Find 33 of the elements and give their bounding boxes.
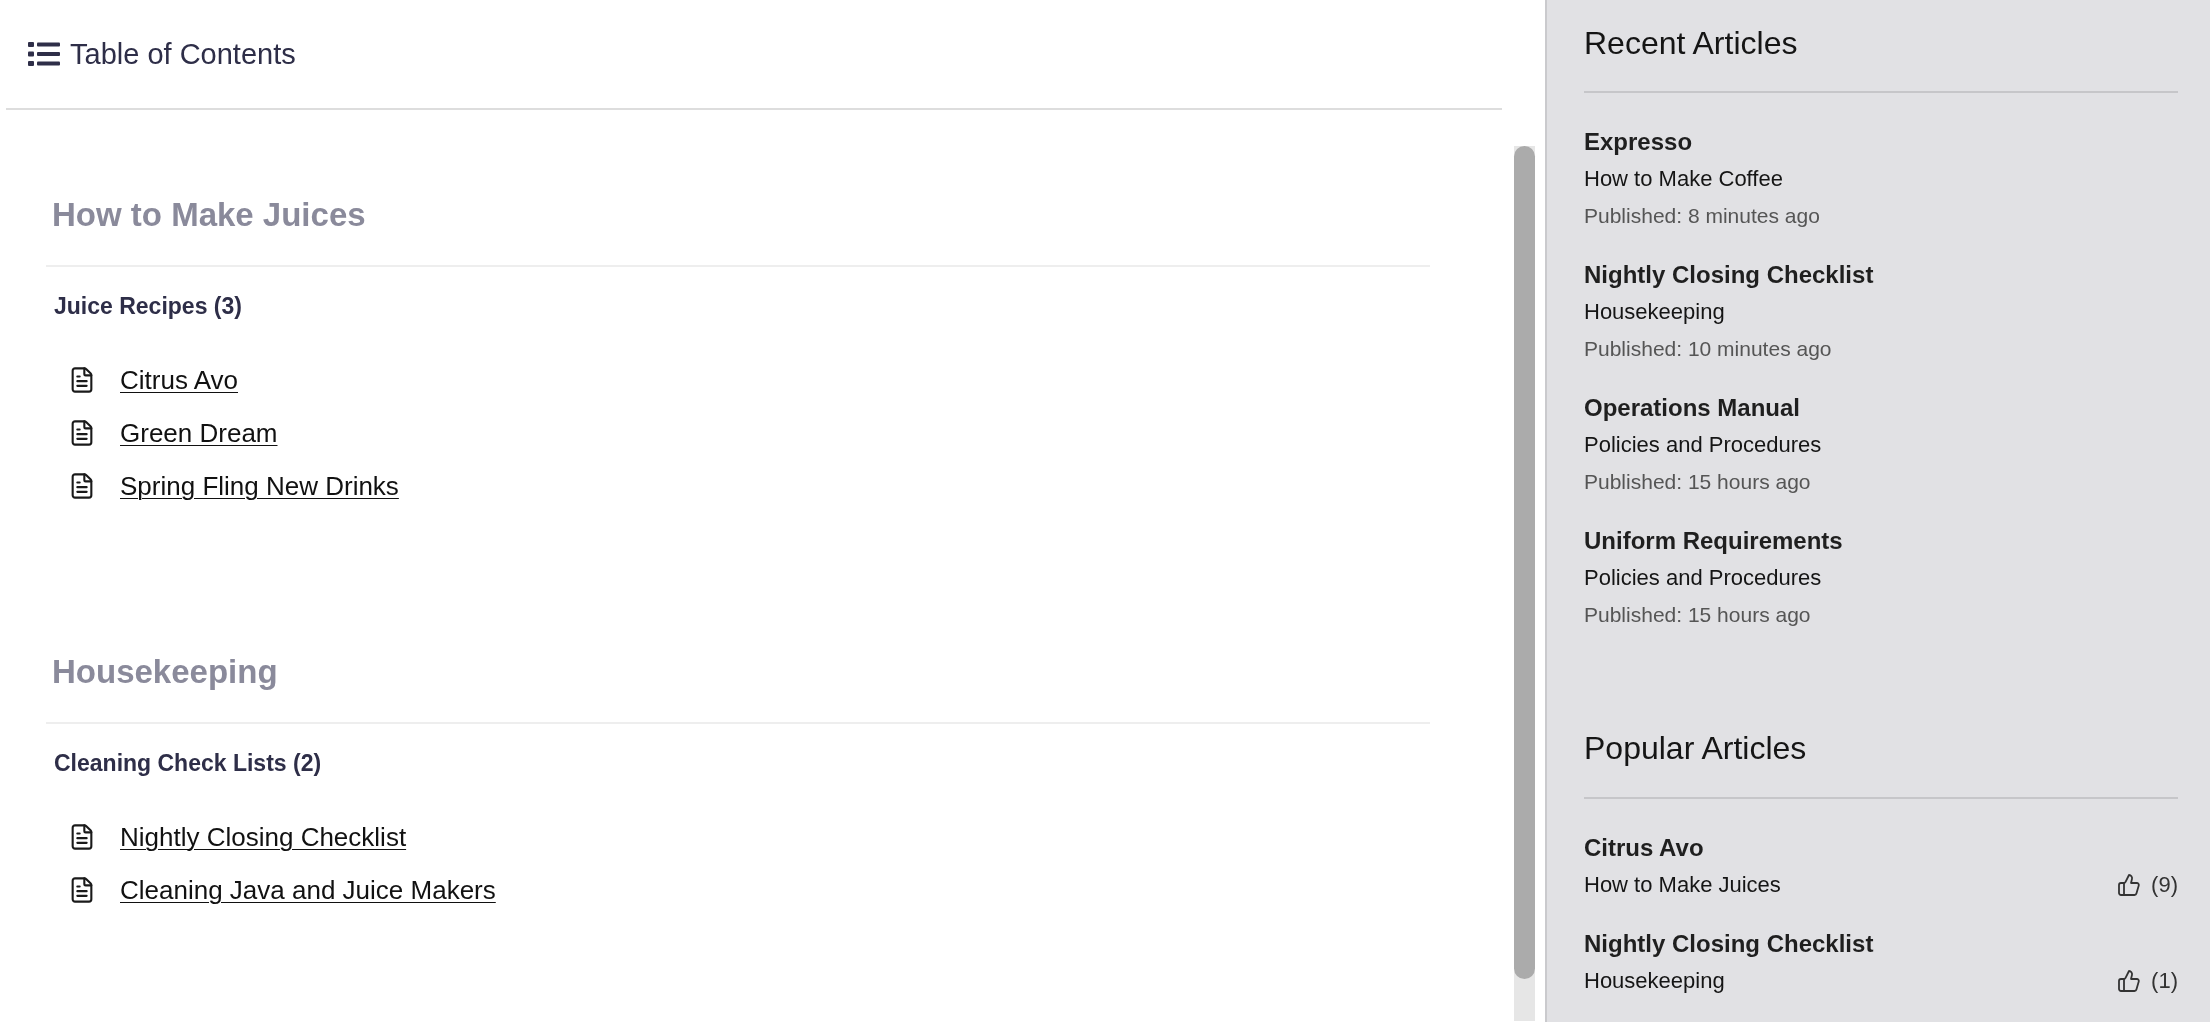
published-time: Published: 10 minutes ago [1584,336,1832,362]
published-time: Published: 15 hours ago [1584,469,1811,495]
published-time: Published: 8 minutes ago [1584,203,1820,229]
article-link[interactable]: Green Dream [120,416,278,449]
group-heading: Juice Recipes (3) [54,292,242,321]
section-heading: Popular Articles [1584,729,1807,768]
article-title[interactable]: Citrus Avo [1584,829,1704,866]
article-title[interactable]: Nightly Closing Checklist [1584,925,1874,962]
article-category: Housekeeping [1584,298,1725,326]
group-heading: Cleaning Check Lists (2) [54,749,322,778]
article-title[interactable]: Operations Manual [1584,389,1801,426]
article-link[interactable]: Spring Fling New Drinks [120,469,399,502]
article-title[interactable]: Nightly Closing Checklist [1584,256,1874,293]
toc-title: Table of Contents [70,37,296,72]
like-count: (1) [2151,966,2178,995]
category-heading: Housekeeping [51,652,278,692]
article-category: How to Make Juices [1584,871,1781,899]
like-count: (9) [2151,870,2178,899]
category-heading: How to Make Juices [51,195,366,235]
article-link[interactable]: Nightly Closing Checklist [120,820,407,853]
article-category: Housekeeping [1584,967,1725,995]
article-link[interactable]: Cleaning Java and Juice Makers [120,873,496,906]
article-title[interactable]: Expresso [1584,123,1693,160]
thumbs-up-icon[interactable] [2117,968,2142,993]
thumbs-up-icon[interactable] [2117,872,2142,897]
article-title[interactable]: Uniform Requirements [1584,522,1843,559]
article-link[interactable]: Citrus Avo [120,363,238,396]
published-time: Published: 15 hours ago [1584,602,1811,628]
section-heading: Recent Articles [1584,24,1798,63]
article-category: Policies and Procedures [1584,564,1822,592]
article-category: Policies and Procedures [1584,431,1822,459]
list-icon [28,42,60,66]
article-category: How to Make Coffee [1584,165,1783,193]
